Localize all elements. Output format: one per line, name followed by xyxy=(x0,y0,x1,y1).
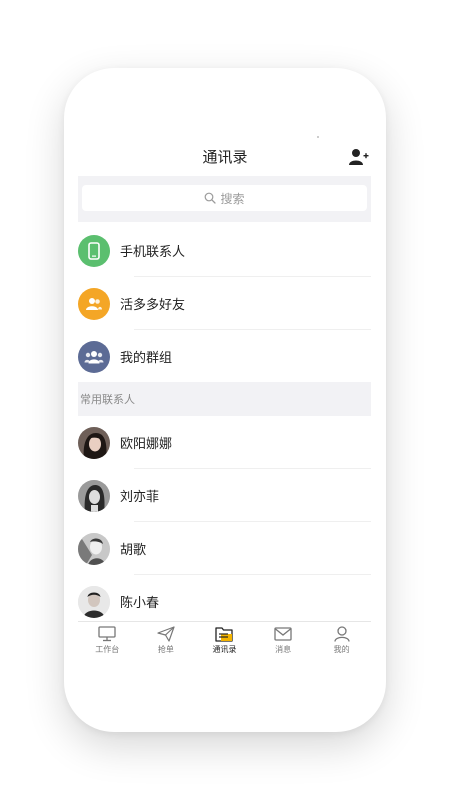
search-icon xyxy=(205,192,217,204)
header: 通讯录 xyxy=(64,138,386,174)
tab-mine[interactable]: 我的 xyxy=(313,622,371,655)
contacts-folder-icon xyxy=(215,627,234,642)
friends-icon xyxy=(78,287,110,320)
contact-row[interactable]: 胡歌 xyxy=(78,522,371,575)
phone-icon xyxy=(78,234,110,267)
page-title: 通讯录 xyxy=(202,148,248,166)
tab-bar: 工作台 抢单 通讯录 消息 我的 xyxy=(78,621,371,662)
search-bar: 搜索 xyxy=(78,176,371,222)
menu-item-label: 活多多好友 xyxy=(120,298,186,313)
tab-contacts[interactable]: 通讯录 xyxy=(195,622,253,655)
contact-name: 刘亦菲 xyxy=(120,490,160,505)
phone-frame: 通讯录 搜索 手机联系人 活多多好友 我的群组 常用联系人 欧阳娜娜 刘亦菲 胡… xyxy=(64,68,386,732)
user-icon xyxy=(334,626,350,642)
section-header: 常用联系人 xyxy=(78,382,371,416)
search-input[interactable]: 搜索 xyxy=(82,185,367,211)
contact-name: 欧阳娜娜 xyxy=(120,437,173,452)
group-icon xyxy=(78,340,110,373)
tab-label: 我的 xyxy=(333,645,350,654)
contact-row[interactable]: 刘亦菲 xyxy=(78,469,371,522)
avatar xyxy=(78,585,110,618)
avatar xyxy=(78,426,110,459)
monitor-icon xyxy=(98,626,116,642)
contact-name: 胡歌 xyxy=(120,543,147,558)
menu-item-phone-contacts[interactable]: 手机联系人 xyxy=(78,224,371,277)
section-title: 常用联系人 xyxy=(80,393,135,406)
tab-messages[interactable]: 消息 xyxy=(254,622,312,655)
stage: 通讯录 搜索 手机联系人 活多多好友 我的群组 常用联系人 欧阳娜娜 刘亦菲 胡… xyxy=(0,0,450,800)
menu-item-groups[interactable]: 我的群组 xyxy=(78,330,371,383)
tab-label: 抢单 xyxy=(157,645,174,654)
avatar xyxy=(78,532,110,565)
menu-item-label: 我的群组 xyxy=(120,351,173,366)
menu-item-friends[interactable]: 活多多好友 xyxy=(78,277,371,330)
tab-label: 消息 xyxy=(275,645,292,654)
paper-plane-icon xyxy=(157,626,175,642)
tab-label: 工作台 xyxy=(95,645,120,654)
tab-grab-order[interactable]: 抢单 xyxy=(137,622,195,655)
menu-item-label: 手机联系人 xyxy=(120,245,186,260)
contact-row[interactable]: 欧阳娜娜 xyxy=(78,416,371,469)
search-placeholder: 搜索 xyxy=(220,191,245,206)
contact-name: 陈小春 xyxy=(120,596,160,611)
tab-label: 通讯录 xyxy=(212,645,237,654)
mail-icon xyxy=(274,627,292,641)
add-contact-icon[interactable] xyxy=(349,148,369,166)
tab-workbench[interactable]: 工作台 xyxy=(78,622,136,655)
avatar xyxy=(78,479,110,512)
